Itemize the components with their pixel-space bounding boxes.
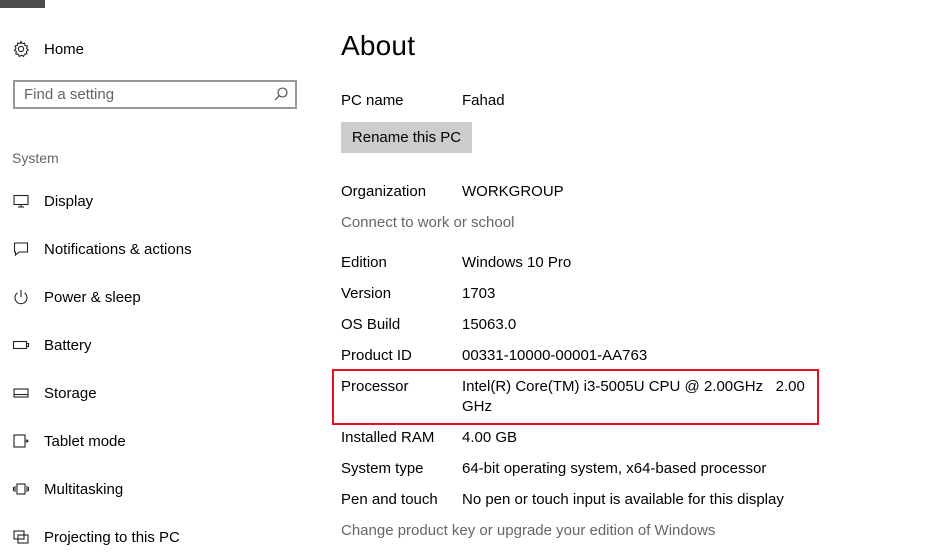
sidebar-item-label: Projecting to this PC: [44, 528, 180, 546]
product-id-value: 00331-10000-00001-AA763: [462, 347, 648, 364]
sidebar-item-projecting[interactable]: Projecting to this PC: [12, 524, 180, 550]
processor-highlight-box: [332, 369, 819, 425]
storage-icon: [12, 384, 30, 402]
settings-sidebar: Home System Display Notifications & acti…: [0, 0, 320, 553]
home-label: Home: [44, 40, 85, 58]
battery-icon: [12, 336, 30, 354]
os-build-value: 15063.0: [462, 316, 517, 333]
search-input[interactable]: [24, 82, 269, 107]
home-nav-item[interactable]: Home: [12, 36, 84, 62]
sidebar-item-multitasking[interactable]: Multitasking: [12, 476, 123, 502]
organization-label: Organization: [341, 183, 427, 200]
sidebar-item-label: Power & sleep: [44, 288, 141, 306]
version-label: Version: [341, 285, 392, 302]
sidebar-item-notifications[interactable]: Notifications & actions: [12, 236, 192, 262]
os-build-label: OS Build: [341, 316, 401, 333]
sidebar-item-tablet-mode[interactable]: Tablet mode: [12, 428, 126, 454]
sidebar-item-label: Display: [44, 192, 94, 210]
display-icon: [12, 192, 30, 210]
page-title: About: [341, 30, 416, 61]
sidebar-item-label: Storage: [44, 384, 97, 402]
tablet-mode-icon: [12, 432, 30, 450]
sidebar-item-label: Tablet mode: [44, 432, 126, 450]
search-icon[interactable]: [273, 86, 289, 107]
sidebar-item-storage[interactable]: Storage: [12, 380, 97, 406]
rename-pc-button[interactable]: Rename this PC: [341, 122, 472, 153]
sidebar-item-power-sleep[interactable]: Power & sleep: [12, 284, 141, 310]
sidebar-item-label: Notifications & actions: [44, 240, 192, 258]
change-product-key-link[interactable]: Change product key or upgrade your editi…: [341, 522, 715, 539]
notifications-icon: [12, 240, 30, 258]
system-type-label: System type: [341, 460, 424, 477]
version-value: 1703: [462, 285, 496, 302]
installed-ram-label: Installed RAM: [341, 429, 435, 446]
pc-name-value: Fahad: [462, 92, 505, 109]
pc-name-label: PC name: [341, 92, 404, 109]
sidebar-item-display[interactable]: Display: [12, 188, 93, 214]
pen-touch-value: No pen or touch input is available for t…: [462, 491, 784, 508]
organization-value: WORKGROUP: [462, 183, 564, 200]
connect-work-school-link[interactable]: Connect to work or school: [341, 214, 514, 231]
system-type-value: 64-bit operating system, x64-based proce…: [462, 460, 767, 477]
product-id-label: Product ID: [341, 347, 412, 364]
system-section-header: System: [12, 150, 59, 166]
edition-label: Edition: [341, 254, 387, 271]
power-icon: [12, 288, 30, 306]
about-panel: About PC name Fahad Rename this PC Organ…: [341, 0, 941, 553]
multitasking-icon: [12, 480, 30, 498]
projecting-icon: [12, 528, 30, 546]
sidebar-item-battery[interactable]: Battery: [12, 332, 92, 358]
installed-ram-value: 4.00 GB: [462, 429, 518, 446]
search-box[interactable]: [13, 80, 297, 109]
sidebar-item-label: Battery: [44, 336, 92, 354]
gear-icon: [12, 40, 30, 58]
sidebar-item-label: Multitasking: [44, 480, 124, 498]
pen-touch-label: Pen and touch: [341, 491, 438, 508]
edition-value: Windows 10 Pro: [462, 254, 572, 271]
